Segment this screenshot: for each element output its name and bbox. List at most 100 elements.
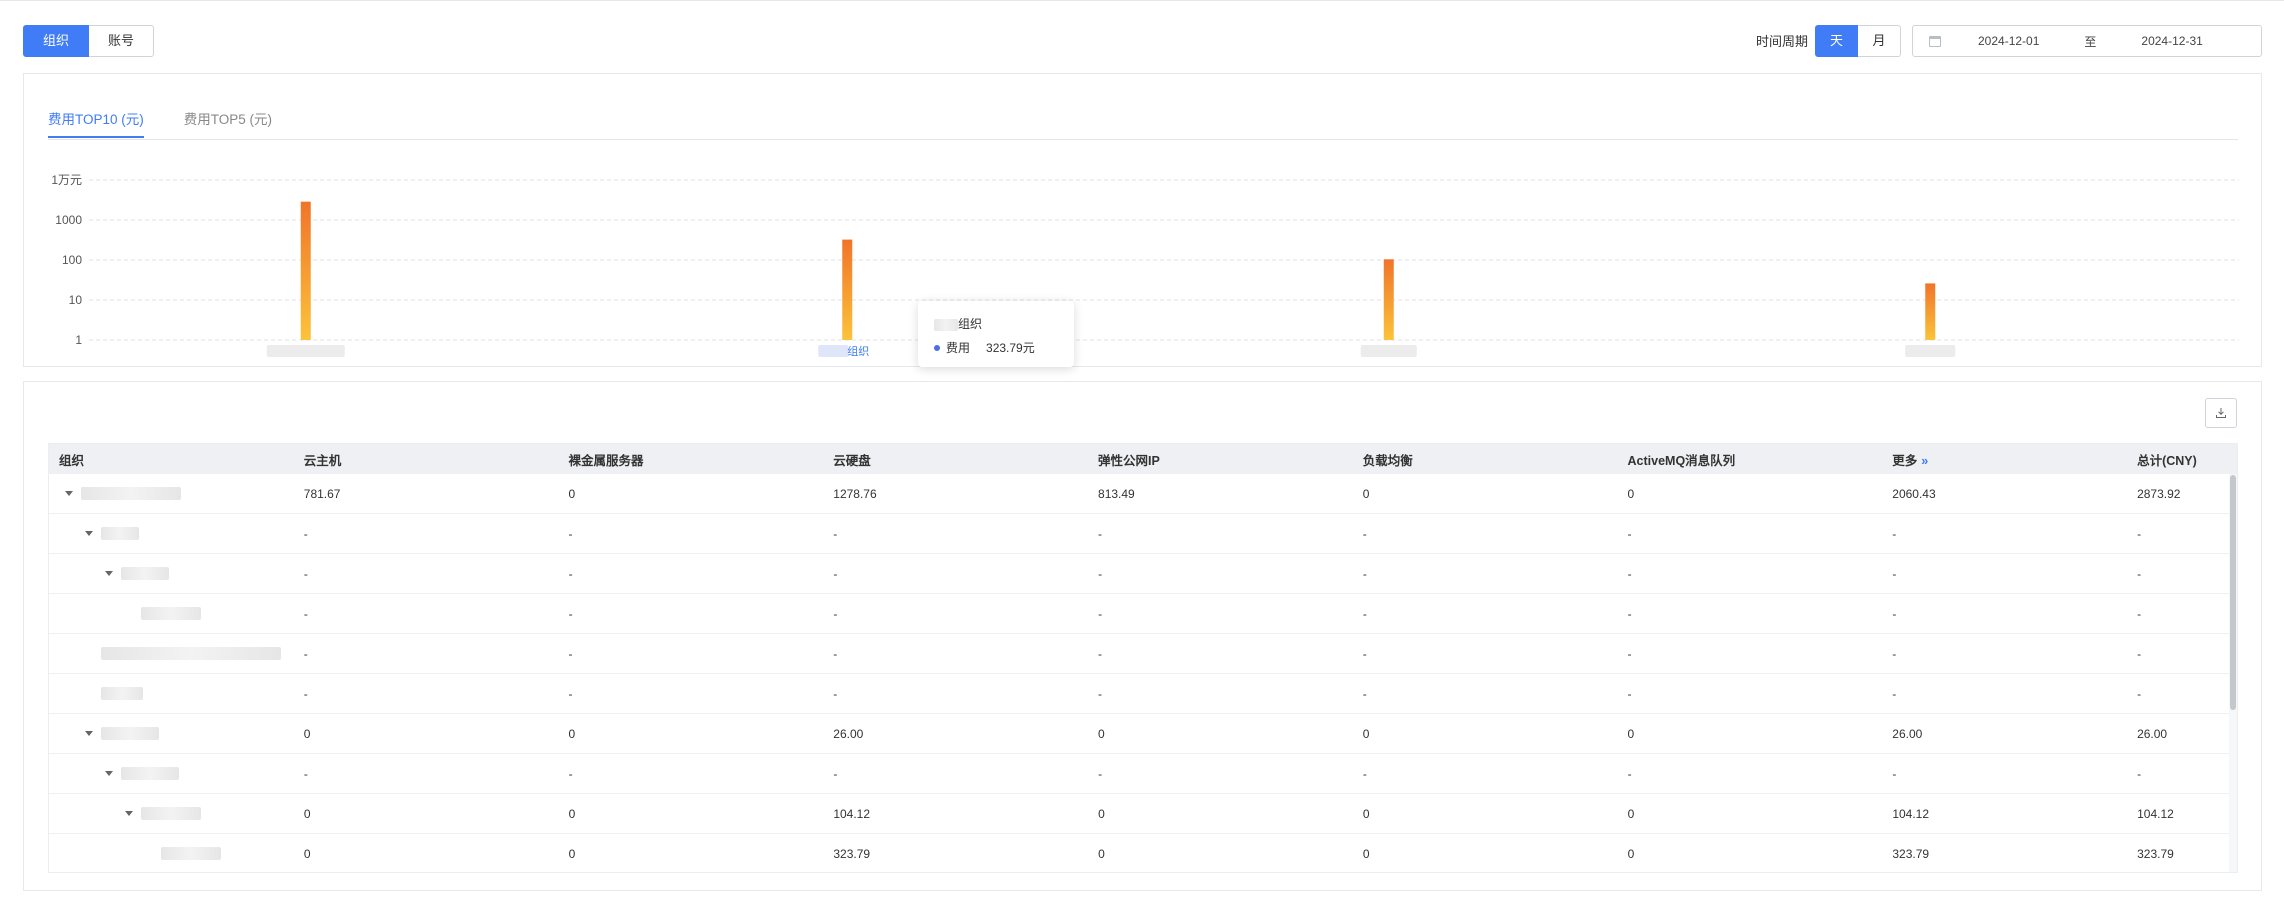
- cvm-cell: -: [303, 606, 308, 621]
- org-cell: [49, 687, 294, 700]
- disk-cell: 26.00: [833, 726, 864, 741]
- org-name-blurred: [101, 647, 281, 660]
- table-row[interactable]: 0 0 26.00 0 0 0 26.00 26.00: [49, 714, 2237, 754]
- series-dot-icon: [934, 344, 940, 351]
- cvm-cell: 0: [303, 806, 311, 821]
- baremetal-cell: -: [568, 766, 573, 781]
- lb-cell: -: [1362, 766, 1367, 781]
- bar[interactable]: [842, 239, 853, 340]
- lb-cell: 0: [1362, 726, 1370, 741]
- date-range-separator: 至: [2084, 34, 2097, 49]
- eip-cell: -: [1098, 606, 1103, 621]
- baremetal-cell: 0: [568, 726, 576, 741]
- period-label: 时间周期: [1756, 34, 1809, 49]
- tooltip-series: 费用: [946, 341, 971, 355]
- table-row[interactable]: --------: [49, 514, 2237, 554]
- x-axis-label-blurred: [1360, 345, 1417, 357]
- period-switch: 天 月: [1815, 25, 1901, 57]
- org-cell: [49, 767, 294, 780]
- col-activemq: ActiveMQ消息队列: [1627, 453, 1736, 468]
- table-row[interactable]: --------: [49, 634, 2237, 674]
- disk-cell: -: [833, 526, 838, 541]
- dimension-org-button[interactable]: 组织: [23, 25, 90, 57]
- caret-down-icon[interactable]: [85, 531, 93, 536]
- caret-down-icon[interactable]: [65, 491, 73, 496]
- scrollbar-thumb[interactable]: [2230, 475, 2236, 710]
- caret-down-icon[interactable]: [85, 731, 93, 736]
- more-cell: 323.79: [1892, 846, 1930, 861]
- baremetal-cell: 0: [568, 486, 576, 501]
- table-row[interactable]: 781.67 0 1278.76 813.49 0 0 2060.43 2873.92: [49, 474, 2237, 514]
- cvm-cell: -: [303, 566, 308, 581]
- download-icon: [2216, 408, 2226, 418]
- eip-cell: 0: [1098, 846, 1105, 861]
- table-row[interactable]: 0 0 323.79 0 0 0 323.79 323.79: [49, 834, 2237, 872]
- activemq-cell: -: [1627, 686, 1632, 701]
- caret-down-icon[interactable]: [105, 571, 113, 576]
- total-cell: -: [2137, 766, 2142, 781]
- activemq-cell: -: [1627, 646, 1632, 661]
- lb-cell: -: [1362, 646, 1367, 661]
- disk-cell: 1278.76: [833, 486, 877, 501]
- col-disk: 云硬盘: [833, 453, 871, 468]
- disk-cell: -: [833, 646, 838, 661]
- cvm-cell: -: [303, 526, 308, 541]
- org-cell: [49, 567, 294, 580]
- total-cell: 104.12: [2137, 806, 2174, 821]
- caret-down-icon[interactable]: [105, 771, 113, 776]
- dimension-account-button[interactable]: 账号: [89, 25, 155, 57]
- org-name-blurred: [101, 527, 139, 540]
- table-row[interactable]: --------: [49, 754, 2237, 794]
- y-tick-label: 10: [69, 293, 83, 307]
- download-button[interactable]: [2205, 398, 2237, 428]
- cvm-cell: -: [303, 646, 308, 661]
- disk-cell: 323.79: [833, 846, 871, 861]
- bar[interactable]: [1925, 283, 1936, 340]
- cvm-cell: 0: [303, 726, 311, 741]
- date-end-input[interactable]: 2024-12-31: [2141, 34, 2202, 48]
- date-start-input[interactable]: 2024-12-01: [1978, 34, 2039, 48]
- more-cell: -: [1892, 526, 1897, 541]
- table-row[interactable]: --------: [49, 594, 2237, 634]
- total-cell: -: [2137, 606, 2142, 621]
- org-name-blurred: [101, 687, 143, 700]
- top-border: [0, 0, 2284, 1]
- table-row[interactable]: --------: [49, 674, 2237, 714]
- period-day-button[interactable]: 天: [1815, 25, 1858, 57]
- col-lb: 负载均衡: [1362, 453, 1413, 468]
- table-body: 781.67 0 1278.76 813.49 0 0 2060.43 2873.92 - - - -…: [49, 474, 2237, 872]
- org-cell: [49, 527, 294, 540]
- table-row[interactable]: --------: [49, 554, 2237, 594]
- double-chevron-right-icon[interactable]: »: [1921, 454, 1928, 468]
- cost-table: 组织 云主机 裸金属服务器 云硬盘 弹性公网IP 负载均衡 ActiveMQ消息…: [48, 443, 2238, 873]
- org-name-blurred: [121, 567, 169, 580]
- org-name-blurred: [81, 487, 181, 500]
- bar[interactable]: [1383, 259, 1394, 340]
- org-name-blurred: [161, 847, 221, 860]
- cvm-cell: 781.67: [303, 486, 341, 501]
- eip-cell: -: [1098, 646, 1103, 661]
- lb-cell: -: [1362, 566, 1367, 581]
- date-range-picker[interactable]: 2024-12-01 至 2024-12-31: [1912, 25, 2262, 57]
- dimension-switch: 组织 账号: [23, 25, 155, 57]
- more-cell: 2060.43: [1892, 486, 1936, 501]
- caret-down-icon[interactable]: [125, 811, 133, 816]
- bar[interactable]: [300, 201, 311, 340]
- org-name-blurred: [101, 727, 159, 740]
- blurred-name: [934, 318, 958, 331]
- chart-card: 费用TOP10 (元) 费用TOP5 (元) 1 10 100 1000 1万元 组织 …: [23, 73, 2262, 367]
- more-cell: -: [1892, 766, 1897, 781]
- cost-bar-chart: 1 10 100 1000 1万元 组织: [51, 173, 2239, 358]
- lb-cell: -: [1362, 526, 1367, 541]
- disk-cell: -: [833, 566, 838, 581]
- period-month-button[interactable]: 月: [1858, 25, 1901, 57]
- table-row[interactable]: 0 0 104.12 0 0 0 104.12 104.12: [49, 794, 2237, 834]
- tooltip-title: 组织: [934, 315, 982, 332]
- org-name-blurred: [141, 807, 201, 820]
- org-cell: [49, 727, 294, 740]
- col-total: 总计(CNY): [2137, 453, 2197, 468]
- baremetal-cell: -: [568, 526, 573, 541]
- col-cvm: 云主机: [303, 453, 342, 468]
- col-more[interactable]: 更多»: [1882, 450, 2127, 469]
- eip-cell: -: [1098, 686, 1103, 701]
